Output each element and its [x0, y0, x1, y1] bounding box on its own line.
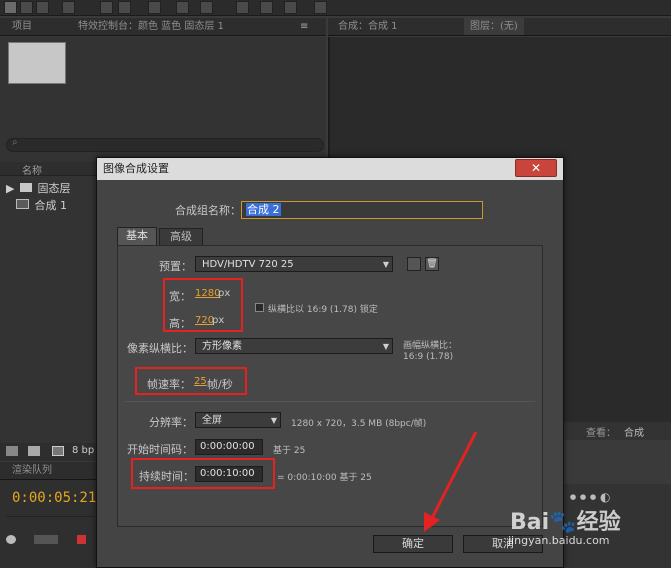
paw-icon: 🐾	[549, 510, 577, 535]
watermark-logo: Bai🐾经验	[510, 504, 621, 536]
watermark-brand: Bai	[510, 510, 550, 535]
annotation-arrow	[424, 431, 478, 532]
watermark-url: jingyan.baidu.com	[508, 534, 610, 547]
watermark-brand-suffix: 经验	[576, 510, 621, 535]
